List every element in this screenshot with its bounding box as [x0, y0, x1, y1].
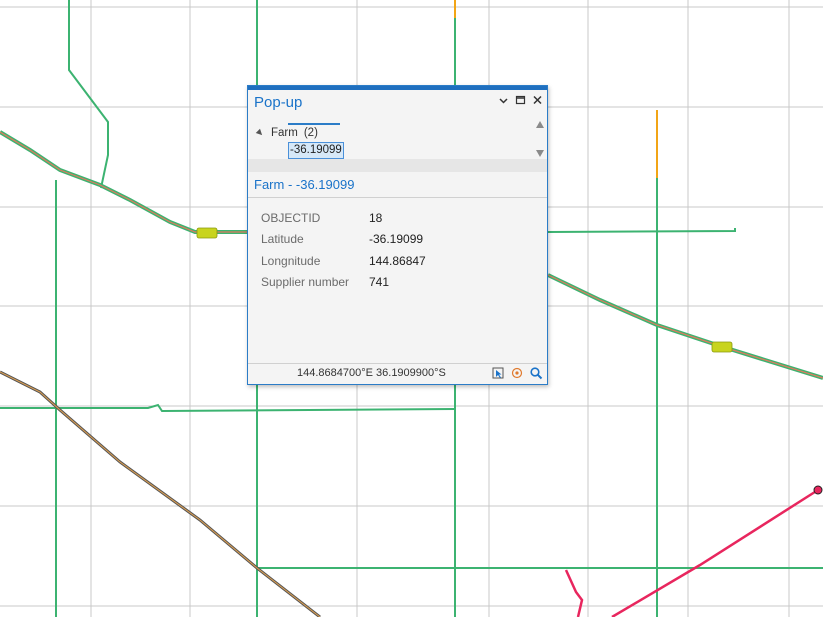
- close-icon[interactable]: [532, 93, 543, 105]
- tree-feature-item[interactable]: -36.19099: [288, 142, 344, 159]
- attribute-value: 741: [369, 275, 390, 290]
- attribute-value: 18: [369, 210, 383, 225]
- restore-icon[interactable]: [515, 93, 526, 105]
- popup-window[interactable]: Pop-up Farm (2) -36.19099 Farm - -36.190…: [247, 85, 548, 385]
- popup-title: Pop-up: [254, 94, 303, 111]
- attribute-value: -36.19099: [369, 232, 424, 247]
- scroll-up-icon[interactable]: [536, 121, 544, 128]
- layer-count: (2): [303, 127, 318, 139]
- feature-title: Farm - -36.19099: [254, 177, 355, 192]
- chevron-down-icon[interactable]: [498, 93, 509, 105]
- feature-tree[interactable]: Farm (2) -36.19099: [248, 114, 547, 159]
- attribute-key: Longnitude: [261, 253, 321, 268]
- scroll-down-icon[interactable]: [536, 150, 544, 157]
- attribute-row: Latitude -36.19099: [261, 229, 426, 251]
- footer-tools: [491, 366, 543, 380]
- attribute-row: OBJECTID 18: [261, 207, 426, 229]
- expand-triangle-icon[interactable]: [255, 128, 265, 138]
- popup-footer: 144.8684700°E 36.1909900°S: [248, 363, 547, 384]
- popup-title-accent: [248, 86, 547, 90]
- attribute-row: Longnitude 144.86847: [261, 250, 426, 272]
- tree-layer-node[interactable]: Farm (2): [255, 127, 318, 139]
- flash-icon[interactable]: [510, 366, 524, 380]
- attribute-key: Supplier number: [261, 275, 350, 290]
- tree-separator: [248, 159, 547, 172]
- zoom-icon[interactable]: [529, 366, 543, 380]
- select-icon[interactable]: [491, 366, 505, 380]
- layer-label: Farm: [271, 127, 298, 139]
- popup-window-controls: [498, 93, 543, 105]
- attribute-value: 144.86847: [369, 253, 426, 268]
- divider: [248, 197, 547, 198]
- coordinates-readout: 144.8684700°E 36.1909900°S: [297, 367, 446, 379]
- attribute-key: OBJECTID: [261, 210, 321, 225]
- attribute-row: Supplier number 741: [261, 272, 426, 294]
- attribute-table: OBJECTID 18 Latitude -36.19099 Longnitud…: [261, 207, 426, 293]
- attribute-key: Latitude: [261, 232, 304, 247]
- tree-focus-mark: [288, 123, 340, 125]
